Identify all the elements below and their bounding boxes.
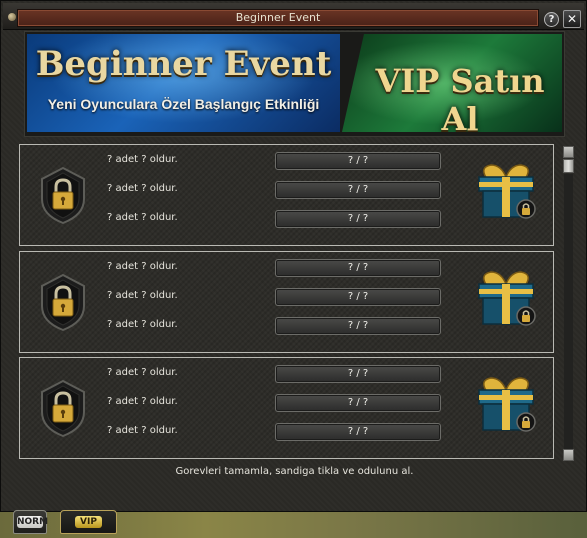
task-row: ? adet ? oldur. ? / ? ? adet ? oldur. ? … bbox=[19, 144, 554, 246]
task-progress-bar: ? / ? bbox=[275, 152, 441, 170]
task-row: ? adet ? oldur. ? / ? ? adet ? oldur. ? … bbox=[19, 357, 554, 459]
task-progress-bar: ? / ? bbox=[275, 394, 441, 412]
title-gem-icon bbox=[8, 13, 16, 21]
close-button[interactable]: ✕ bbox=[563, 10, 581, 28]
gift-box-locked-icon[interactable] bbox=[473, 370, 539, 436]
title-plate: Beginner Event bbox=[17, 9, 539, 27]
lock-shield-icon bbox=[41, 379, 85, 438]
scroll-up-button[interactable] bbox=[563, 146, 574, 158]
tab-vip[interactable]: VIP bbox=[60, 510, 117, 534]
gift-box-locked-icon[interactable] bbox=[473, 264, 539, 330]
task-text: ? adet ? oldur. bbox=[107, 212, 178, 223]
window-title: Beginner Event bbox=[235, 11, 321, 24]
gift-box-locked-icon[interactable] bbox=[473, 157, 539, 223]
task-text: ? adet ? oldur. bbox=[107, 261, 178, 272]
lock-shield-icon bbox=[41, 273, 85, 332]
scrollbar-thumb[interactable] bbox=[563, 159, 574, 173]
lock-shield-icon bbox=[41, 166, 85, 225]
banner-title: Beginner Event bbox=[35, 44, 332, 84]
task-text: ? adet ? oldur. bbox=[107, 290, 178, 301]
task-progress-bar: ? / ? bbox=[275, 317, 441, 335]
tab-norm[interactable]: NORM bbox=[13, 510, 49, 534]
scroll-down-button[interactable] bbox=[563, 449, 574, 461]
task-text: ? adet ? oldur. bbox=[107, 396, 178, 407]
task-progress-bar: ? / ? bbox=[275, 210, 441, 228]
vip-buy-label: VIP Satın Al bbox=[375, 62, 545, 132]
task-text: ? adet ? oldur. bbox=[107, 425, 178, 436]
task-progress-bar: ? / ? bbox=[275, 365, 441, 383]
task-list: ? adet ? oldur. ? / ? ? adet ? oldur. ? … bbox=[19, 144, 556, 461]
task-progress-bar: ? / ? bbox=[275, 259, 441, 277]
vip-buy-banner-button[interactable]: VIP Satın Al bbox=[342, 34, 562, 132]
instruction-text: Gorevleri tamamla, sandiga tikla ve odul… bbox=[175, 466, 414, 477]
help-button[interactable]: ? bbox=[544, 12, 559, 27]
banner-frame: Beginner Event Yeni Oyunculara Özel Başl… bbox=[24, 31, 565, 137]
task-text: ? adet ? oldur. bbox=[107, 319, 178, 330]
task-text: ? adet ? oldur. bbox=[107, 367, 178, 378]
scrollbar-track[interactable] bbox=[564, 174, 573, 449]
task-progress-bar: ? / ? bbox=[275, 181, 441, 199]
beginner-event-banner: Beginner Event Yeni Oyunculara Özel Başl… bbox=[27, 34, 340, 132]
task-text: ? adet ? oldur. bbox=[107, 154, 178, 165]
task-row: ? adet ? oldur. ? / ? ? adet ? oldur. ? … bbox=[19, 251, 554, 353]
task-progress-bar: ? / ? bbox=[275, 288, 441, 306]
tab-norm-label: NORM bbox=[17, 516, 49, 528]
banner-subtitle: Yeni Oyunculara Özel Başlangıç Etkinliği bbox=[47, 96, 320, 112]
task-text: ? adet ? oldur. bbox=[107, 183, 178, 194]
beginner-event-window: Beginner Event ? ✕ Beginner Event Yeni O… bbox=[0, 0, 587, 512]
task-progress-bar: ? / ? bbox=[275, 423, 441, 441]
title-bar[interactable]: Beginner Event ? ✕ bbox=[3, 3, 584, 30]
tab-vip-label: VIP bbox=[75, 516, 102, 528]
